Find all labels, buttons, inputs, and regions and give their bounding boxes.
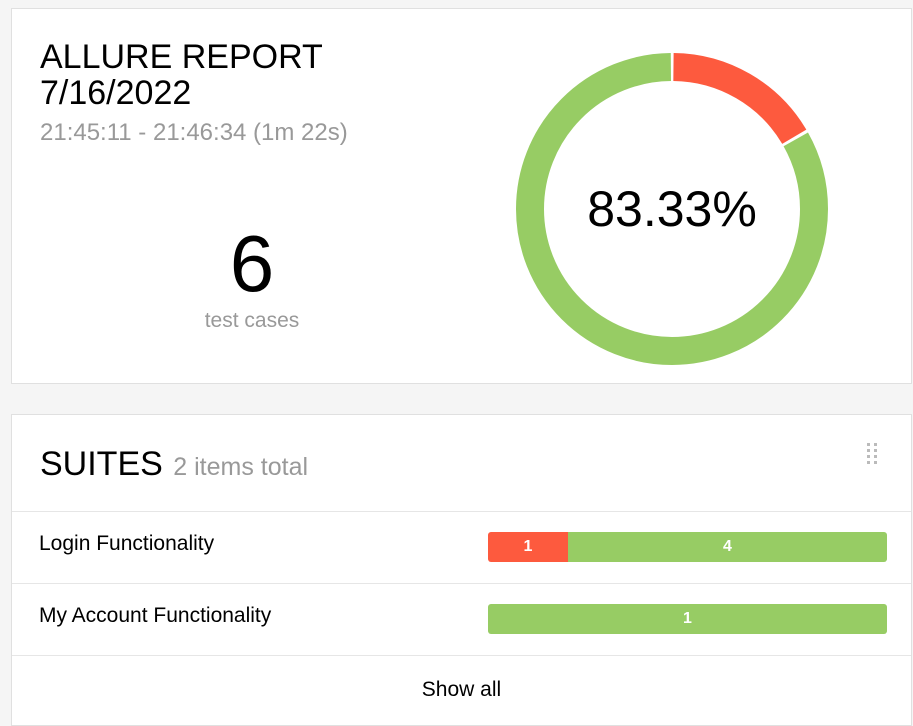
report-time-range: 21:45:11 - 21:46:34 (1m 22s) (40, 119, 348, 146)
test-case-count: 6 (229, 219, 275, 308)
drag-handle-icon[interactable] (867, 443, 881, 465)
show-all-label: Show all (421, 678, 502, 701)
suite-name: Login Functionality (39, 532, 215, 555)
status-segment-failed[interactable]: 1 (488, 532, 568, 562)
suite-row[interactable]: My Account Functionality 1 (12, 583, 911, 655)
show-all-button[interactable]: Show all (12, 655, 911, 725)
pass-rate-label: 83.33% (587, 181, 757, 237)
suites-widget: SUITES 2 items total Login Functionality… (11, 414, 912, 726)
suites-title: SUITES (40, 445, 163, 483)
status-segment-passed[interactable]: 1 (488, 604, 887, 634)
suite-status-bar[interactable]: 1 (488, 604, 887, 634)
suites-count: 2 items total (173, 453, 309, 481)
report-title: ALLURE REPORT 7/16/2022 (40, 38, 323, 112)
summary-widget: ALLURE REPORT 7/16/2022 21:45:11 - 21:46… (11, 8, 912, 384)
status-segment-passed[interactable]: 4 (567, 532, 887, 562)
suites-header: SUITES 2 items total (40, 445, 308, 484)
suite-row[interactable]: Login Functionality 1 4 (12, 511, 911, 583)
suite-name: My Account Functionality (39, 604, 272, 627)
suite-status-bar[interactable]: 14 (488, 532, 887, 562)
test-case-label: test cases (204, 309, 300, 332)
